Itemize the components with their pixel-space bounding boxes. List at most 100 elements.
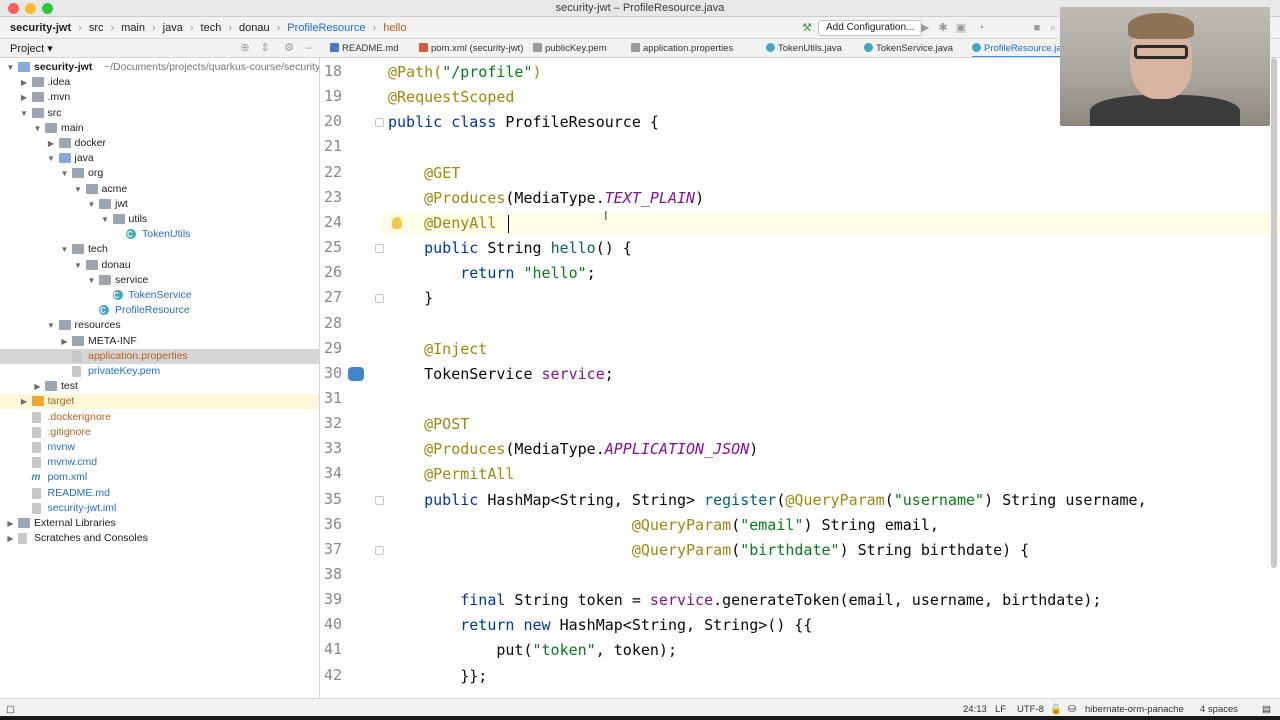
tree-node[interactable]: security-jwt.iml: [0, 501, 319, 516]
tree-node[interactable]: ▼ resources: [0, 318, 319, 333]
tree-node[interactable]: ▼ org: [0, 166, 319, 181]
collapse-all-icon[interactable]: ⇕: [258, 41, 272, 55]
tree-node[interactable]: TokenUtils: [0, 227, 319, 242]
editor-tab[interactable]: TokenUtils.java: [766, 39, 842, 57]
code-line[interactable]: public String hello() {: [388, 238, 632, 258]
code-line[interactable]: @RequestScoped: [388, 87, 514, 107]
fold-marker-icon[interactable]: [375, 294, 384, 304]
fold-marker-icon[interactable]: [375, 545, 384, 555]
line-separator[interactable]: LF: [995, 704, 1006, 715]
expand-arrow-icon[interactable]: ▶: [6, 531, 15, 546]
tree-node[interactable]: ▼ jwt: [0, 197, 319, 212]
collapse-arrow-icon[interactable]: ▼: [47, 151, 56, 166]
code-line[interactable]: public HashMap<String, String> register(…: [388, 490, 1147, 510]
code-line[interactable]: @PermitAll: [388, 464, 514, 484]
editor-tab[interactable]: publicKey.pem: [533, 39, 607, 57]
expand-arrow-icon[interactable]: ▶: [20, 75, 29, 90]
code-line[interactable]: final String token = service.generateTok…: [388, 590, 1101, 610]
code-line[interactable]: put("token", token);: [388, 640, 677, 660]
tree-node[interactable]: ▼ src: [0, 106, 319, 121]
tree-node[interactable]: ▶ Scratches and Consoles: [0, 531, 319, 546]
tree-node[interactable]: ProfileResource: [0, 303, 319, 318]
profile-icon[interactable]: ◔: [974, 21, 988, 35]
collapse-arrow-icon[interactable]: ▼: [6, 60, 15, 75]
lock-icon[interactable]: 🔓: [1050, 704, 1062, 715]
code-line[interactable]: @Inject: [388, 339, 487, 359]
locate-icon[interactable]: ⊕: [238, 41, 252, 55]
code-line[interactable]: return "hello";: [388, 263, 595, 283]
tree-node[interactable]: application.properties: [0, 348, 319, 364]
expand-arrow-icon[interactable]: ▶: [6, 516, 15, 531]
gear-icon[interactable]: ⚙: [282, 41, 296, 55]
file-encoding[interactable]: UTF-8: [1017, 704, 1044, 715]
fold-marker-icon[interactable]: [375, 495, 384, 505]
tree-node[interactable]: mvnw: [0, 440, 319, 455]
breadcrumb-item[interactable]: donau: [237, 22, 272, 34]
tree-node[interactable]: ▶ .idea: [0, 75, 319, 90]
stop-icon[interactable]: ■: [1030, 21, 1044, 35]
fold-marker-icon[interactable]: [375, 118, 384, 128]
tree-node[interactable]: ▼ java: [0, 151, 319, 166]
collapse-arrow-icon[interactable]: ▼: [74, 182, 83, 197]
tree-node[interactable]: README.md: [0, 486, 319, 501]
collapse-arrow-icon[interactable]: ▼: [101, 212, 110, 227]
tree-node[interactable]: ▼ service: [0, 273, 319, 288]
tree-node[interactable]: .dockerignore: [0, 410, 319, 425]
editor-tab[interactable]: application.properties: [631, 39, 733, 57]
notifications-icon[interactable]: ▤: [1262, 704, 1271, 715]
collapse-arrow-icon[interactable]: ▼: [60, 166, 69, 181]
add-configuration-button[interactable]: Add Configuration...: [818, 20, 923, 36]
breadcrumb-item[interactable]: main: [119, 22, 147, 34]
caret-position[interactable]: 24:13: [963, 704, 987, 715]
tree-node[interactable]: ▼ security-jwt ~/Documents/projects/quarku…: [0, 60, 319, 75]
code-line[interactable]: @Path("/profile"): [388, 62, 542, 82]
tree-node[interactable]: ▼ donau: [0, 258, 319, 273]
tree-node[interactable]: m pom.xml: [0, 470, 319, 485]
collapse-arrow-icon[interactable]: ▼: [20, 106, 29, 121]
tree-node[interactable]: ▶ META-INF: [0, 334, 319, 349]
code-line[interactable]: @QueryParam("email") String email,: [388, 515, 939, 535]
build-hammer-icon[interactable]: ⚒: [800, 21, 814, 35]
bean-injection-icon[interactable]: [348, 366, 364, 381]
breadcrumb-item[interactable]: tech: [199, 22, 224, 34]
editor-tab[interactable]: pom.xml (security-jwt): [419, 39, 523, 57]
tree-node[interactable]: .gitignore: [0, 425, 319, 440]
tree-node[interactable]: TokenService: [0, 288, 319, 303]
code-line[interactable]: @Produces(MediaType.APPLICATION_JSON): [388, 439, 758, 459]
breadcrumb-item[interactable]: ProfileResource: [285, 22, 367, 34]
collapse-arrow-icon[interactable]: ▼: [33, 121, 42, 136]
breadcrumb-item[interactable]: src: [87, 22, 106, 34]
editor-tab[interactable]: TokenService.java: [864, 39, 953, 57]
tree-node[interactable]: ▼ tech: [0, 242, 319, 257]
context-selector[interactable]: hibernate-orm-panache: [1085, 704, 1184, 715]
breadcrumb-item[interactable]: security-jwt: [8, 22, 73, 34]
tree-node[interactable]: ▶ target: [0, 394, 319, 410]
fold-marker-icon[interactable]: [375, 244, 384, 254]
tree-node[interactable]: ▶ .mvn: [0, 90, 319, 105]
editor-scrollbar[interactable]: [1271, 58, 1277, 568]
expand-arrow-icon[interactable]: ▶: [47, 136, 56, 151]
tree-node[interactable]: mvnw.cmd: [0, 455, 319, 470]
expand-arrow-icon[interactable]: ▶: [60, 334, 69, 349]
code-line[interactable]: TokenService service;: [388, 364, 614, 384]
editor-tab[interactable]: ProfileResource.java: [972, 39, 1072, 57]
tree-node[interactable]: ▶ External Libraries: [0, 516, 319, 531]
code-editor[interactable]: 18 @Path("/profile") 19 @RequestScoped 20 pub…: [320, 58, 1280, 698]
code-line[interactable]: @DenyAll: [388, 213, 496, 233]
collapse-arrow-icon[interactable]: ▼: [74, 258, 83, 273]
hide-panel-icon[interactable]: –: [302, 41, 316, 55]
tree-node[interactable]: ▼ main: [0, 121, 319, 136]
tree-node[interactable]: privateKey.pem: [0, 364, 319, 379]
code-line[interactable]: @POST: [388, 414, 469, 434]
breadcrumb-item[interactable]: java: [161, 22, 185, 34]
tree-node[interactable]: ▼ utils: [0, 212, 319, 227]
project-view-selector[interactable]: Project ▾: [10, 42, 53, 55]
search-icon[interactable]: ⌕: [1046, 21, 1060, 35]
collapse-arrow-icon[interactable]: ▼: [87, 273, 96, 288]
tree-node[interactable]: ▶ test: [0, 379, 319, 394]
tool-windows-icon[interactable]: ▢: [6, 704, 15, 715]
code-line[interactable]: }};: [388, 666, 487, 686]
code-line[interactable]: @QueryParam("birthdate") String birthdat…: [388, 540, 1029, 560]
debug-icon[interactable]: ✱: [936, 21, 950, 35]
code-line[interactable]: return new HashMap<String, String>() {{: [388, 615, 812, 635]
